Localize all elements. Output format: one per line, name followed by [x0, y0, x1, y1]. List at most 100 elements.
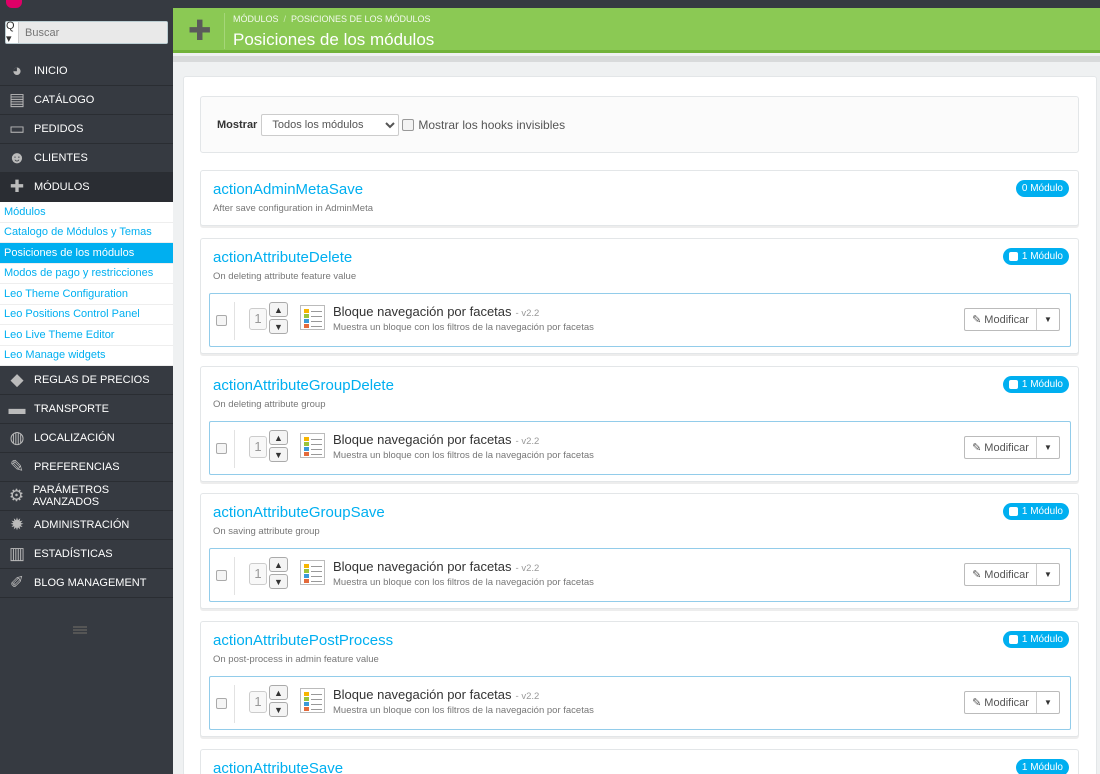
submenu-item[interactable]: Módulos: [0, 202, 173, 223]
arrow-up-icon[interactable]: ▲: [269, 430, 288, 445]
filter-bar: Mostrar Todos los módulos Mostrar los ho…: [200, 96, 1079, 153]
sidebar-item-truck[interactable]: ▬ TRANSPORTE: [0, 395, 173, 424]
edit-button[interactable]: ✎ Modificar: [965, 309, 1037, 330]
submenu-item[interactable]: Leo Positions Control Panel: [0, 305, 173, 325]
sidebar-item-label: CLIENTES: [34, 152, 88, 164]
hook-name[interactable]: actionAttributePostProcess: [213, 632, 393, 649]
hook-name[interactable]: actionAttributeSave: [213, 760, 343, 774]
arrow-up-icon[interactable]: ▲: [269, 557, 288, 572]
module-count-badge: 1 Módulo: [1002, 631, 1069, 648]
show-invisible-hooks-label[interactable]: Mostrar los hooks invisibles: [418, 118, 565, 132]
sidebar-item-cogs[interactable]: ⚙ PARÁMETROS AVANZADOS: [0, 482, 173, 511]
search-input[interactable]: [19, 22, 167, 43]
arrow-down-icon[interactable]: ▼: [269, 447, 288, 462]
breadcrumb-item-modules[interactable]: MÓDULOS: [233, 14, 279, 24]
module-checkbox[interactable]: [216, 315, 227, 326]
edit-button-label: Modificar: [984, 441, 1029, 454]
arrow-down-icon[interactable]: ▼: [269, 319, 288, 334]
customers-icon: ☻: [8, 148, 26, 167]
top-bar: [0, 0, 1100, 8]
hook-description: On saving attribute group: [213, 526, 320, 537]
sidebar-item-label: BLOG MANAGEMENT: [34, 577, 147, 589]
caret-down-icon[interactable]: ▼: [1037, 437, 1059, 458]
header-shadow: [173, 56, 1100, 62]
hook-panel: actionAttributeSave 1 Módulo: [200, 749, 1079, 774]
hook-description: On deleting attribute group: [213, 399, 326, 410]
submenu-item[interactable]: Leo Manage widgets: [0, 346, 173, 366]
breadcrumb-item-positions[interactable]: POSICIONES DE LOS MÓDULOS: [291, 14, 431, 24]
edit-button-group: ✎ Modificar ▼: [964, 691, 1060, 714]
arrow-up-icon[interactable]: ▲: [269, 685, 288, 700]
sidebar-item-label: PEDIDOS: [34, 123, 84, 135]
arrow-up-icon[interactable]: ▲: [269, 302, 288, 317]
edit-button[interactable]: ✎ Modificar: [965, 437, 1037, 458]
arrow-down-icon[interactable]: ▼: [269, 702, 288, 717]
page-header: ✚ MÓDULOS / POSICIONES DE LOS MÓDULOS Posi…: [173, 8, 1100, 53]
arrow-down-icon[interactable]: ▼: [269, 574, 288, 589]
submenu-item[interactable]: Modos de pago y restricciones: [0, 264, 173, 284]
sidebar-item-globe[interactable]: ◍ LOCALIZACIÓN: [0, 424, 173, 453]
module-description: Muestra un bloque con los filtros de la …: [333, 577, 594, 588]
puzzle-icon: ✚: [9, 177, 25, 196]
module-name-text: Bloque navegación por facetas: [333, 432, 512, 447]
hook-description: After save configuration in AdminMeta: [213, 203, 374, 214]
hook-name[interactable]: actionAdminMetaSave: [213, 181, 363, 198]
submenu-item[interactable]: Catalogo de Módulos y Temas: [0, 223, 173, 243]
sidebar-item-stats[interactable]: ▥ ESTADÍSTICAS: [0, 540, 173, 569]
collapse-menu-icon[interactable]: [73, 626, 87, 634]
module-position: 1: [249, 563, 267, 585]
module-position: 1: [249, 436, 267, 458]
stats-icon: ▥: [8, 544, 26, 563]
module-count-icon: [1008, 507, 1018, 516]
hook-name[interactable]: actionAttributeGroupSave: [213, 504, 385, 521]
search-type-button[interactable]: Q ▾: [6, 20, 19, 45]
module-count-icon: [1008, 252, 1018, 261]
position-arrows: ▲ ▼: [269, 685, 289, 719]
row-divider: [234, 557, 235, 595]
module-checkbox[interactable]: [216, 570, 227, 581]
submenu-item[interactable]: Posiciones de los módulos: [0, 243, 173, 264]
edit-button[interactable]: ✎ Modificar: [965, 692, 1037, 713]
sidebar-item-pencil[interactable]: ✐ BLOG MANAGEMENT: [0, 569, 173, 598]
wrench-icon: ✎: [9, 457, 25, 476]
module-count-label: 0 Módulo: [1021, 183, 1063, 194]
module-row: 1 ▲ ▼ Bloque navegación por facetas - v2.2 Mu…: [209, 293, 1071, 347]
module-name: Bloque navegación por facetas - v2.2: [333, 687, 539, 702]
module-description: Muestra un bloque con los filtros de la …: [333, 322, 594, 333]
hook-name[interactable]: actionAttributeDelete: [213, 249, 352, 266]
module-checkbox[interactable]: [216, 443, 227, 454]
page-title: Posiciones de los módulos: [233, 30, 435, 49]
position-arrows: ▲ ▼: [269, 430, 289, 464]
module-name: Bloque navegación por facetas - v2.2: [333, 559, 539, 574]
module-icon: [300, 433, 325, 458]
module-filter-select[interactable]: Todos los módulos: [261, 113, 400, 136]
module-checkbox[interactable]: [216, 698, 227, 709]
submenu-item[interactable]: Leo Live Theme Editor: [0, 325, 173, 346]
show-invisible-hooks-checkbox[interactable]: [402, 118, 415, 131]
sidebar-item-catalog[interactable]: ▤ CATÁLOGO: [0, 86, 173, 115]
catalog-icon: ▤: [8, 90, 26, 109]
row-divider: [234, 685, 235, 723]
edit-button[interactable]: ✎ Modificar: [965, 564, 1037, 585]
sidebar-item-orders[interactable]: ▭ PEDIDOS: [0, 115, 173, 144]
sidebar-submenu: Módulos Catalogo de Módulos y Temas Posici…: [0, 202, 173, 366]
sidebar-item-gear[interactable]: ✹ ADMINISTRACIÓN: [0, 511, 173, 540]
caret-down-icon[interactable]: ▼: [1037, 564, 1059, 585]
submenu-item[interactable]: Leo Theme Configuration: [0, 284, 173, 305]
sidebar-item-wrench[interactable]: ✎ PREFERENCIAS: [0, 453, 173, 482]
hook-name[interactable]: actionAttributeGroupDelete: [213, 377, 394, 394]
sidebar-item-customers[interactable]: ☻ CLIENTES: [0, 144, 173, 173]
sidebar-item-label: ESTADÍSTICAS: [34, 548, 113, 560]
caret-down-icon[interactable]: ▼: [1037, 692, 1059, 713]
logo[interactable]: [6, 0, 22, 8]
caret-down-icon[interactable]: ▼: [1037, 309, 1059, 330]
sidebar-item-label: CATÁLOGO: [34, 94, 95, 106]
pencil-icon: ✎: [972, 314, 982, 326]
sidebar-item-dashboard[interactable]: ◕ INICIO: [0, 57, 173, 86]
sidebar-item-puzzle[interactable]: ✚ MÓDULOS: [0, 173, 173, 202]
module-count-badge: 1 Módulo: [1002, 503, 1069, 520]
sidebar-item-label: LOCALIZACIÓN: [34, 432, 115, 444]
sidebar-item-tag[interactable]: ◆ REGLAS DE PRECIOS: [0, 366, 173, 395]
tag-icon: ◆: [10, 370, 24, 389]
cogs-icon: ⚙: [8, 486, 25, 505]
